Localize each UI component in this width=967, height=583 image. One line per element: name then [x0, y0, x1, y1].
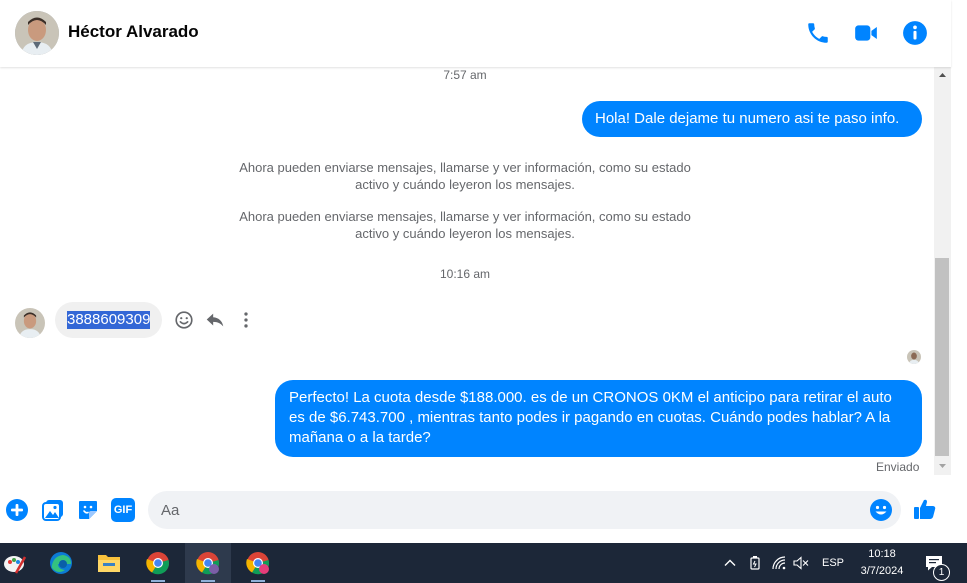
system-message: Ahora pueden enviarse mensajes, llamarse… — [215, 208, 715, 242]
outgoing-message[interactable]: Perfecto! La cuota desde $188.000. es de… — [275, 380, 922, 457]
scroll-up-arrow-icon[interactable] — [934, 68, 951, 82]
message-line: es de $6.743.700 , mientras tanto podes … — [289, 409, 891, 426]
taskbar-app[interactable] — [135, 543, 181, 583]
info-icon[interactable] — [902, 20, 928, 46]
system-message-line: activo y cuándo leyeron los mensajes. — [355, 226, 575, 241]
contact-avatar[interactable] — [15, 11, 59, 55]
message-timestamp: 10:16 am — [439, 267, 491, 281]
delivery-status: Enviado — [876, 460, 920, 474]
paint-icon — [4, 556, 27, 574]
photo-icon[interactable] — [41, 498, 65, 522]
message-line: Perfecto! La cuota desde $188.000. es de… — [289, 389, 892, 406]
sticker-icon[interactable] — [76, 498, 100, 522]
video-call-icon[interactable] — [853, 20, 879, 46]
taskbar-app[interactable] — [235, 543, 281, 583]
read-receipt-avatar — [907, 350, 921, 364]
selected-phone-number[interactable]: 3888609309 — [67, 311, 151, 329]
system-message-line: activo y cuándo leyeron los mensajes. — [355, 177, 575, 192]
scrollbar-thumb[interactable] — [935, 258, 949, 456]
chrome-icon — [146, 552, 170, 575]
notification-count-badge: 1 — [933, 564, 950, 581]
emoji-icon[interactable] — [869, 498, 893, 522]
system-message-line: Ahora pueden enviarse mensajes, llamarse… — [239, 160, 691, 175]
chat-header: Héctor Alvarado — [0, 0, 951, 67]
battery-plug-icon[interactable] — [747, 555, 763, 571]
edge-icon — [50, 552, 72, 574]
phone-icon[interactable] — [805, 20, 831, 46]
gif-icon[interactable]: GIF — [111, 498, 135, 522]
like-icon[interactable] — [913, 497, 937, 521]
clock-time[interactable]: 10:18 — [858, 548, 906, 560]
windows-taskbar: ESP 10:18 3/7/2024 1 — [0, 543, 967, 583]
volume-muted-icon[interactable] — [793, 555, 809, 571]
clock-date[interactable]: 3/7/2024 — [855, 565, 909, 577]
chrome-profile-icon — [196, 552, 220, 575]
incoming-message[interactable]: 3888609309 — [55, 302, 162, 338]
file-explorer-icon — [98, 555, 120, 572]
message-input-placeholder: Aa — [161, 502, 180, 519]
taskbar-app[interactable] — [38, 543, 84, 583]
contact-name[interactable]: Héctor Alvarado — [68, 22, 199, 42]
input-language[interactable]: ESP — [822, 557, 844, 569]
system-message: Ahora pueden enviarse mensajes, llamarse… — [215, 159, 715, 193]
react-emoji-icon[interactable] — [173, 309, 195, 331]
chrome-profile-c-icon — [246, 552, 270, 575]
taskbar-app-active[interactable] — [185, 543, 231, 583]
more-options-icon[interactable] — [235, 309, 257, 331]
reply-icon[interactable] — [204, 309, 226, 331]
scroll-down-arrow-icon[interactable] — [934, 459, 951, 473]
add-icon[interactable] — [5, 498, 29, 522]
system-message-line: Ahora pueden enviarse mensajes, llamarse… — [239, 209, 691, 224]
taskbar-app[interactable] — [86, 543, 132, 583]
outgoing-message[interactable]: Hola! Dale dejame tu numero asi te paso … — [582, 101, 922, 137]
message-timestamp: 7:57 am — [443, 68, 487, 82]
wifi-icon[interactable] — [771, 555, 787, 571]
window-edge — [951, 0, 967, 543]
message-line: mañana o a la tarde? — [289, 429, 431, 446]
show-hidden-icons-chevron-up-icon[interactable] — [723, 556, 737, 570]
sender-avatar[interactable] — [15, 308, 45, 338]
message-input[interactable]: Aa — [148, 491, 901, 529]
